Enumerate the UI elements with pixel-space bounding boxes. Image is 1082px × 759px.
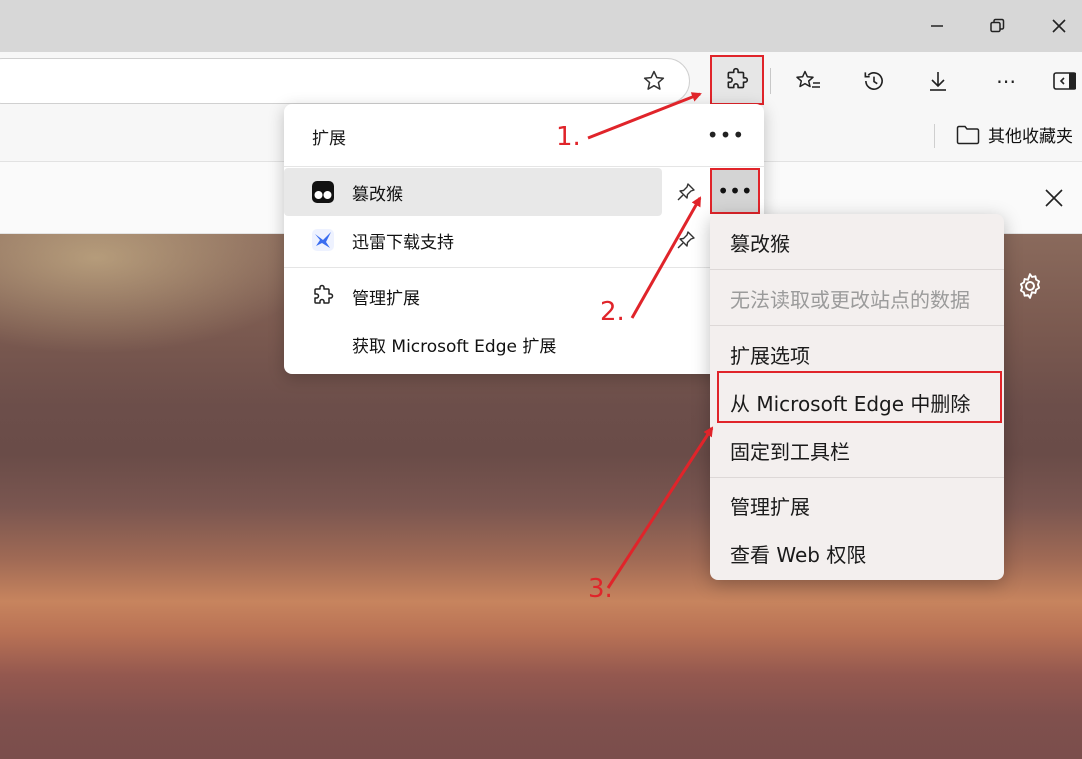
more-horizontal-icon: ••• [706,123,746,147]
close-icon [1052,19,1066,33]
favbar-divider [934,124,935,148]
thunder-icon [310,227,336,253]
downloads-button[interactable] [914,58,962,104]
step-label-2: 2. [600,297,625,327]
pin-icon [677,231,695,249]
more-horizontal-icon: ••• [717,179,753,203]
panel-more-button[interactable]: ••• [706,120,746,150]
settings-more-button[interactable]: ⋯ [982,58,1030,104]
step-label-3: 3. [588,574,613,604]
extension-name: 篡改猴 [352,184,403,205]
address-bar[interactable] [0,58,690,104]
background-glow [0,234,320,354]
extension-item-tampermonkey[interactable]: 篡改猴 [284,168,662,216]
page-settings-button[interactable] [1012,268,1048,304]
other-favorites-folder[interactable]: 其他收藏夹 [956,122,1073,147]
favorites-star-list-icon [796,70,820,88]
folder-label: 其他收藏夹 [988,127,1073,147]
divider [710,477,1004,478]
divider [284,267,764,268]
divider [710,325,1004,326]
puzzle-icon [310,283,336,309]
minimize-icon [931,25,943,27]
close-window-button[interactable] [1030,0,1082,52]
step-label-1: 1. [556,122,581,152]
infobar-close-button[interactable] [1040,184,1068,212]
extensions-panel: 扩展 ••• 篡改猴 ••• 迅雷下载支持 管理扩展 获取 Microsoft … [284,104,764,374]
history-button[interactable] [850,58,898,104]
favorites-button[interactable] [784,58,832,104]
sidebar-button[interactable] [1046,58,1082,104]
minimize-button[interactable] [908,0,966,52]
menu-item-web-permissions[interactable]: 查看 Web 权限 [730,539,866,568]
toolbar-divider [770,68,771,94]
get-extensions-link[interactable]: 获取 Microsoft Edge 扩展 [284,320,662,368]
history-icon [864,72,883,90]
gear-icon [1019,273,1041,299]
extension-item-thunder[interactable]: 迅雷下载支持 [284,216,662,264]
menu-header: 篡改猴 [730,232,790,256]
divider [284,166,764,167]
download-icon [930,72,946,91]
menu-item-pin-to-toolbar[interactable]: 固定到工具栏 [730,436,850,465]
panel-title: 扩展 [312,129,346,149]
more-horizontal-icon: ⋯ [996,69,1016,93]
extension-name: 迅雷下载支持 [352,232,454,253]
sidebar-icon [1053,72,1076,90]
remove-highlight-box [717,371,1002,423]
star-icon [643,70,665,90]
menu-item-site-access: 无法读取或更改站点的数据 [730,288,970,312]
manage-label: 管理扩展 [352,288,420,309]
extensions-button[interactable] [710,55,764,105]
pin-button[interactable] [672,226,700,254]
divider [710,269,1004,270]
puzzle-icon [727,67,749,89]
restore-button[interactable] [968,0,1026,52]
menu-item-extension-options[interactable]: 扩展选项 [730,340,810,369]
restore-icon [990,18,1005,33]
pin-icon [677,183,695,201]
menu-item-manage-extensions[interactable]: 管理扩展 [730,491,810,520]
close-icon [1045,189,1063,207]
add-favorite-button[interactable] [630,58,678,104]
get-extensions-label: 获取 Microsoft Edge 扩展 [352,336,557,357]
blank-icon-slot [310,331,336,357]
pin-button[interactable] [672,178,700,206]
tampermonkey-icon [310,179,336,205]
extension-more-actions-button[interactable]: ••• [710,168,760,214]
folder-icon [956,125,980,144]
